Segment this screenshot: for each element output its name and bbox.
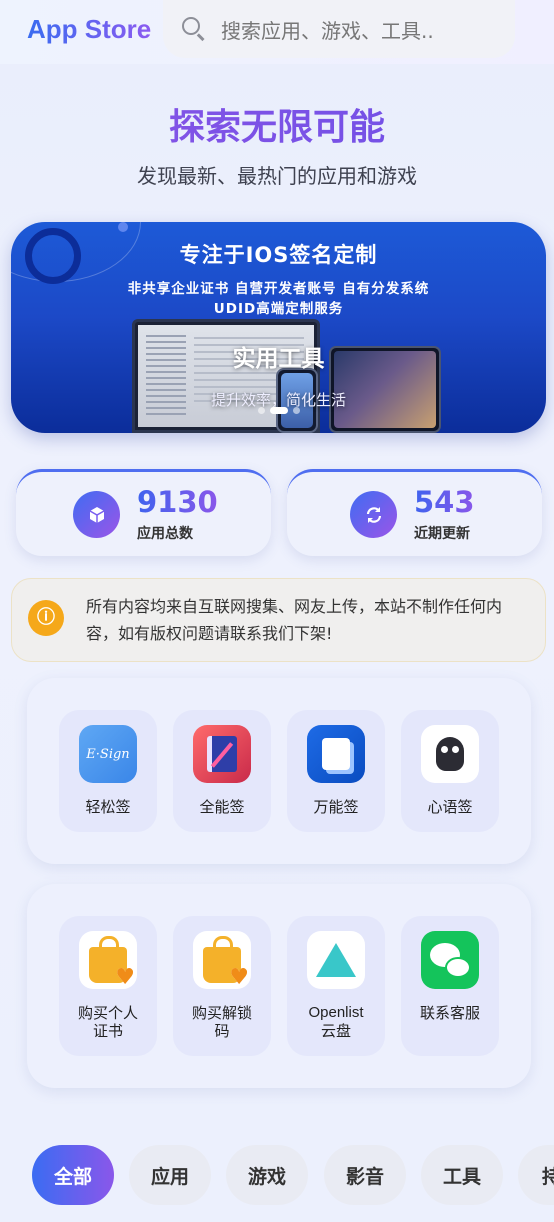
penguin-app-icon	[421, 725, 479, 783]
cube-icon	[73, 491, 120, 538]
stat-card-total-apps: 9130 应用总数	[16, 469, 271, 556]
app-tile-buy-unlock-code[interactable]: 购买解锁 码	[173, 916, 271, 1056]
search-input[interactable]: 搜索应用、游戏、工具..	[221, 15, 471, 44]
category-tab-tools[interactable]: 工具	[421, 1145, 503, 1205]
app-name: 全能签	[199, 798, 245, 816]
app-name-line2: 证书	[92, 1022, 123, 1040]
category-tab-all[interactable]: 全部	[32, 1145, 114, 1205]
carousel-dot[interactable]	[292, 407, 300, 414]
app-tile-wannengqian[interactable]: 万能签	[287, 710, 385, 832]
app-name-line1: 购买解锁	[191, 1004, 252, 1022]
search-icon	[181, 16, 207, 42]
app-name: 轻松签	[85, 798, 131, 816]
app-name: 万能签	[313, 798, 359, 816]
banner-headline: 专注于IOS签名定制	[179, 243, 378, 267]
carousel-dot-active[interactable]	[269, 407, 288, 414]
category-tab-apps[interactable]: 应用	[129, 1145, 211, 1205]
stat-value: 9130	[137, 485, 218, 519]
search-bar[interactable]: 搜索应用、游戏、工具..	[163, 0, 515, 58]
stat-label: 近期更新	[414, 526, 470, 542]
banner-features-line: 非共享企业证书 自营开发者账号 自有分发系统	[127, 281, 430, 297]
stat-label: 应用总数	[137, 526, 193, 542]
app-tile-openlist[interactable]: Openlist 云盘	[287, 916, 385, 1056]
app-name-line1: 联系客服	[419, 1004, 480, 1022]
app-name-line2: 码	[214, 1022, 230, 1040]
category-tab-more[interactable]: 持	[518, 1145, 554, 1205]
app-tile-qingsongqian[interactable]: E·Sign 轻松签	[59, 710, 157, 832]
openlist-logo-icon	[307, 931, 365, 989]
esign-app-icon: E·Sign	[79, 725, 137, 783]
hero-title: 探索无限可能	[0, 98, 554, 150]
category-tab-games[interactable]: 游戏	[226, 1145, 308, 1205]
hero-subtitle: 发现最新、最热门的应用和游戏	[137, 164, 417, 188]
category-tab-media[interactable]: 影音	[324, 1145, 406, 1205]
top-header: App Store 搜索应用、游戏、工具..	[0, 0, 554, 64]
app-name-line2: 云盘	[320, 1022, 351, 1040]
category-tab-bar: 全部 应用 游戏 影音 工具 持	[32, 1145, 554, 1205]
stat-card-recent-updates: 543 近期更新	[287, 469, 542, 556]
wechat-icon	[421, 931, 479, 989]
app-store-logo[interactable]: App Store	[27, 14, 151, 45]
app-name: 心语签	[427, 798, 473, 816]
notice-text: 所有内容均来自互联网搜集、网友上传，本站不制作任何内容，如有版权问题请联系我们下…	[86, 597, 503, 643]
shopping-bag-icon	[79, 931, 137, 989]
app-tile-quannengqian[interactable]: 全能签	[173, 710, 271, 832]
copyright-notice: ⓘ 所有内容均来自互联网搜集、网友上传，本站不制作任何内容，如有版权问题请联系我…	[11, 578, 546, 662]
app-tile-xinyuqian[interactable]: 心语签	[401, 710, 499, 832]
info-icon: ⓘ	[28, 600, 64, 636]
services-panel: 购买个人 证书 购买解锁 码 Openlist 云盘 联系客服	[27, 884, 531, 1088]
app-tile-contact-support[interactable]: 联系客服	[401, 916, 499, 1056]
pages-app-icon	[307, 725, 365, 783]
app-tile-buy-certificate[interactable]: 购买个人 证书	[59, 916, 157, 1056]
carousel-dot[interactable]	[257, 407, 265, 414]
refresh-icon	[350, 491, 397, 538]
banner-udid-line: UDID高端定制服务	[213, 301, 344, 317]
app-name-line1: Openlist	[308, 1004, 364, 1021]
app-name-line1: 购买个人	[77, 1004, 138, 1022]
stat-value: 543	[414, 485, 475, 519]
book-pen-app-icon	[193, 725, 251, 783]
promo-banner-carousel[interactable]: 专注于IOS签名定制 非共享企业证书 自营开发者账号 自有分发系统 UDID高端…	[11, 222, 546, 433]
banner-dot-decoration	[118, 222, 128, 232]
signing-apps-panel: E·Sign 轻松签 全能签 万能签 心语签	[27, 678, 531, 864]
carousel-indicators[interactable]	[11, 407, 546, 414]
shopping-bag-icon	[193, 931, 251, 989]
banner-slide-title: 实用工具	[232, 346, 325, 372]
